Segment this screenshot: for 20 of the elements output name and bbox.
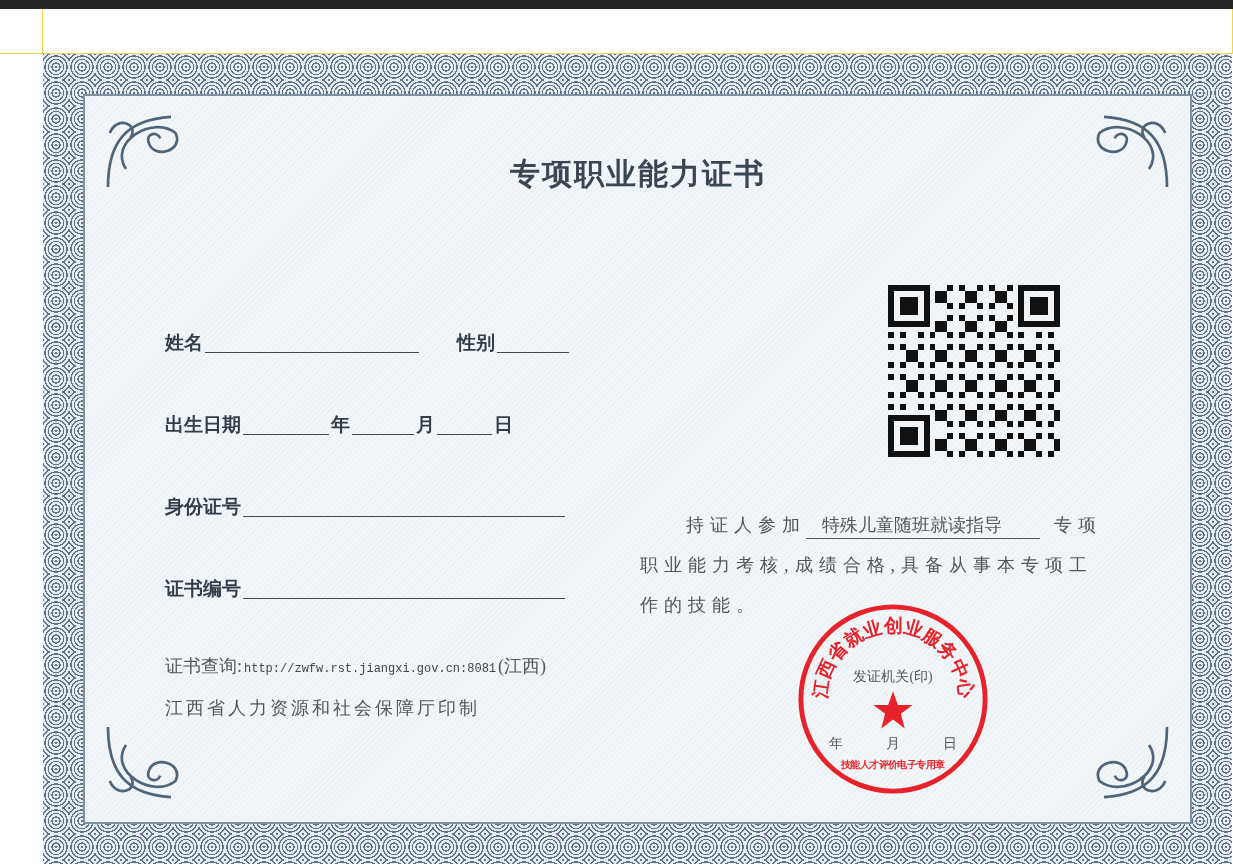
field-label: 性别 [457, 330, 495, 355]
course-name: 特殊儿童随班就读指导 [806, 512, 1040, 539]
query-label: 证书查询: [165, 655, 242, 678]
date-label: 年 [829, 736, 844, 751]
field-label: 身份证号 [165, 494, 241, 519]
field-label: 姓名 [165, 330, 203, 355]
field-label: 年 [331, 412, 350, 437]
date-label: 月 [886, 736, 900, 751]
field-label: 出生日期 [165, 412, 241, 437]
certificate-title: 专项职业能力证书 [509, 155, 766, 193]
field-label: 证书编号 [165, 576, 241, 601]
issuer-text: 发证机关(印) [853, 669, 933, 685]
seal-text: 技能人才评价电子专用章 [841, 758, 945, 770]
printer-text: 江西省人力资源和社会保障厅印制 [165, 697, 481, 720]
star-icon [873, 691, 913, 729]
field-label: 日 [494, 412, 513, 437]
region-text: (江西) [498, 655, 547, 678]
date-label: 日 [942, 736, 957, 751]
query-url: http://zwfw.rst.jiangxi.gov.cn:8081 [244, 662, 497, 676]
field-label: 月 [416, 412, 435, 437]
